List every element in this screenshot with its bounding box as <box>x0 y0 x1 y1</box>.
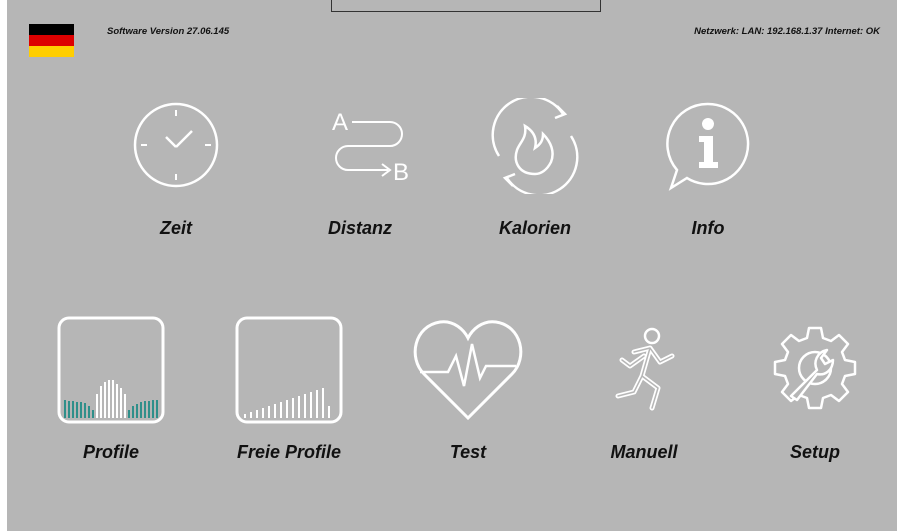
menu-manuell-label: Manuell <box>610 442 678 462</box>
menu-manuell-button[interactable]: Manuell <box>574 326 714 476</box>
route-end-letter: B <box>393 159 409 186</box>
menu-kalorien-button[interactable]: Kalorien <box>465 98 605 248</box>
menu-test-button[interactable]: Test <box>398 316 538 466</box>
menu-profile-label: Profile <box>82 442 139 462</box>
language-flag-de[interactable] <box>29 24 74 57</box>
heart-pulse-icon <box>413 320 523 421</box>
menu-test-label: Test <box>449 442 487 462</box>
flag-stripe-gold <box>29 46 74 57</box>
menu-profile-button[interactable]: Profile <box>41 316 181 466</box>
menu-freie-profile-button[interactable]: Freie Profile <box>219 316 359 466</box>
runner-icon <box>615 327 675 411</box>
flame-icon <box>491 98 579 194</box>
profile-chart-icon <box>57 316 165 424</box>
info-icon <box>666 102 750 191</box>
menu-setup-button[interactable]: Setup <box>745 324 885 474</box>
route-icon: A B <box>332 109 409 186</box>
free-profile-icon <box>235 316 343 424</box>
flag-stripe-red <box>29 35 74 46</box>
top-bar-frame <box>331 0 601 12</box>
route-start-letter: A <box>332 109 348 136</box>
menu-setup-label: Setup <box>789 442 840 462</box>
menu-info-button[interactable]: Info <box>638 100 778 250</box>
gear-wrench-icon <box>773 326 857 410</box>
menu-zeit-label: Zeit <box>159 218 192 238</box>
flag-stripe-black <box>29 24 74 35</box>
menu-freie-profile-label: Freie Profile <box>236 442 342 462</box>
menu-zeit-button[interactable]: Zeit <box>106 100 246 250</box>
menu-kalorien-label: Kalorien <box>498 218 572 238</box>
menu-distanz-label: Distanz <box>327 218 392 238</box>
menu-distanz-button[interactable]: A B Distanz <box>290 100 430 250</box>
clock-icon <box>133 102 219 188</box>
menu-info-label: Info <box>691 218 725 238</box>
network-status: Netzwerk: LAN: 192.168.1.37 Internet: OK <box>694 26 880 37</box>
software-version: Software Version 27.06.145 <box>107 26 230 37</box>
main-screen: Software Version 27.06.145 Netzwerk: LAN… <box>7 0 897 531</box>
